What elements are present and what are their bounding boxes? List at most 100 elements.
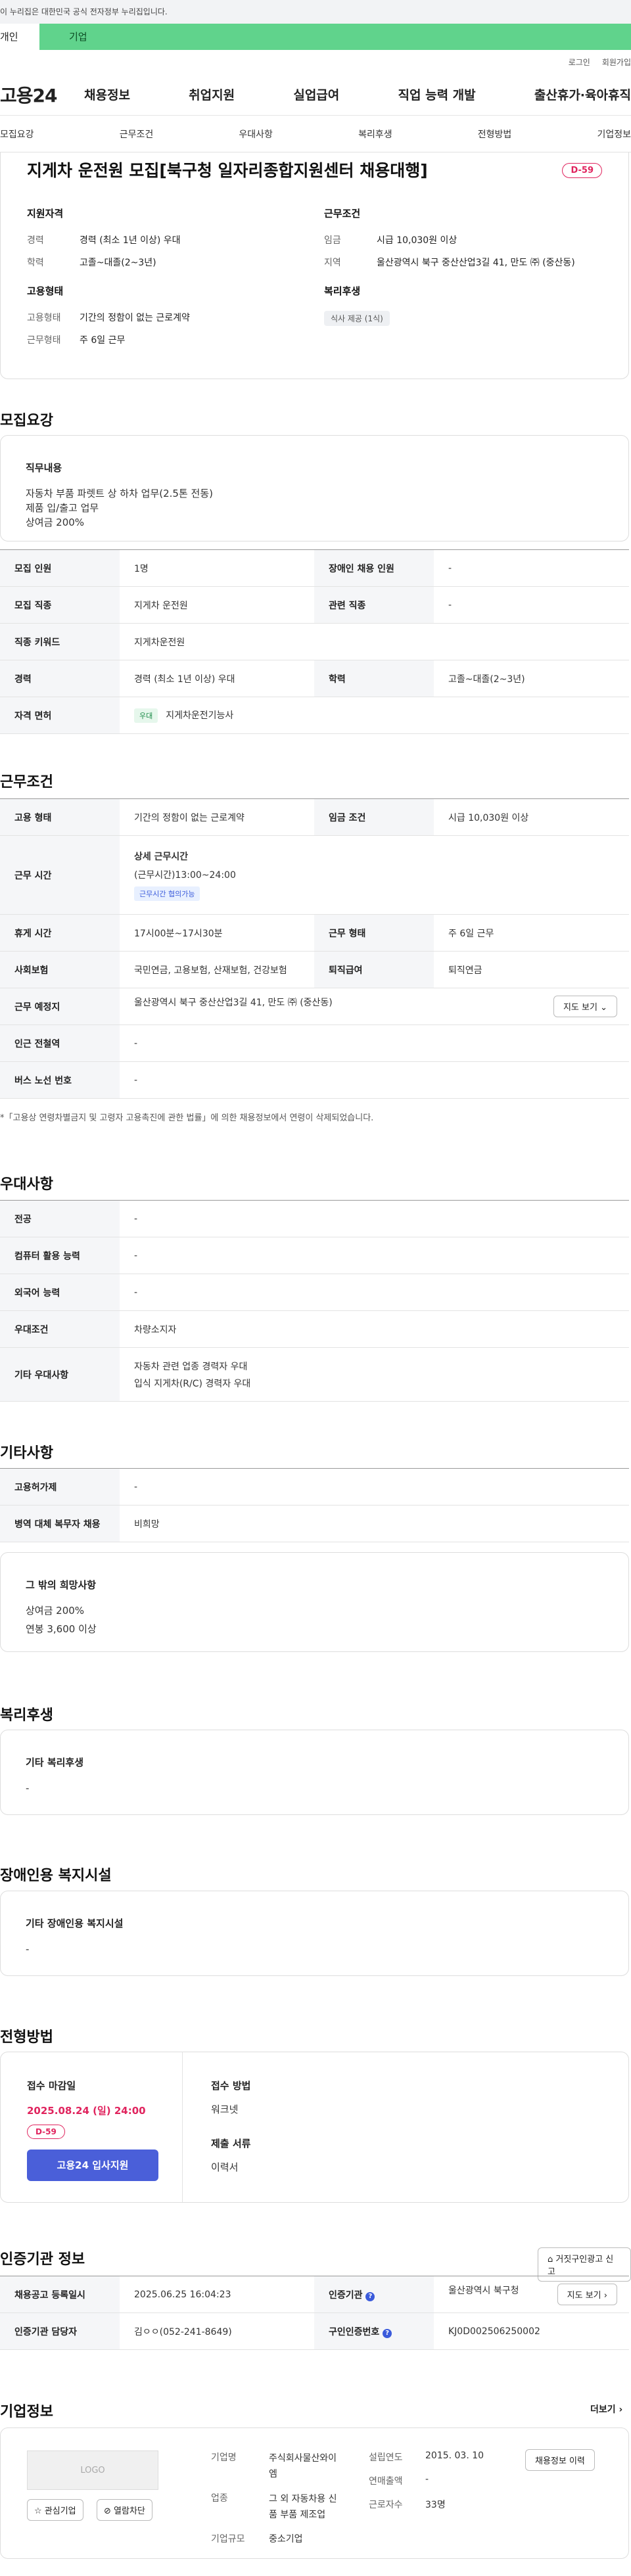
help-icon[interactable]: ? — [383, 2328, 392, 2338]
table-row: 고용허가제 - — [0, 1468, 629, 1506]
block-company-button[interactable]: ⊘ 열람차단 — [97, 2499, 152, 2521]
section-title-recruit: 모집요강 — [0, 413, 53, 429]
gnb-parental-leave[interactable]: 출산휴가·육아휴직 — [534, 85, 631, 103]
chevron-down-icon: ⌄ — [600, 1003, 607, 1013]
help-icon[interactable]: ? — [365, 2291, 375, 2301]
table-row: 사회보험 국민연금, 고용보험, 산재보험, 건강보험 퇴직급여 퇴직연금 — [0, 951, 629, 988]
industry-label: 업종 — [211, 2493, 228, 2504]
cell-label: 경력 — [0, 660, 120, 697]
method-label: 접수 방법 — [211, 2080, 251, 2092]
cert-map-button[interactable]: 지도 보기 › — [557, 2284, 617, 2305]
cert-map-button-label: 지도 보기 — [567, 2291, 601, 2301]
emp-value: 기간의 정함이 없는 근로계약 — [80, 313, 190, 323]
pref-badge: 우대 — [134, 708, 158, 723]
recruit-table: 모집 인원 1명 장애인 채용 인원 - 모집 직종 지게차 운전원 관련 직종… — [0, 549, 629, 734]
emp-value: 주 6일 근무 — [80, 335, 126, 346]
gnb-job-info[interactable]: 채용정보 — [84, 85, 130, 103]
cell-label: 모집 인원 — [0, 549, 120, 587]
table-row: 경력 경력 (최소 1년 이상) 우대 학력 고졸~대졸(2~3년) — [0, 660, 629, 697]
cell-label: 병역 대체 복무자 채용 — [0, 1505, 120, 1542]
tab-company[interactable]: 기업 — [39, 24, 631, 50]
cell-value: 상세 근무시간 (근무시간)13:00~24:00 근무시간 협의가능 — [120, 835, 629, 915]
cell-value: 1명 — [120, 549, 314, 587]
section-title-workcond: 근무조건 — [0, 774, 53, 791]
cell-value: 차량소지자 — [120, 1310, 629, 1348]
cell-label: 인증기관 담당자 — [0, 2312, 120, 2350]
company-more-link[interactable]: 더보기 › — [590, 2403, 622, 2416]
tab-personal[interactable]: 개인 — [0, 24, 39, 50]
section-title-welfare: 복리후생 — [0, 1707, 53, 1724]
company-logo: LOGO — [27, 2450, 158, 2490]
section-tabs: 모집요강 근무조건 우대사항 복리후생 전형방법 기업정보 — [0, 116, 631, 152]
table-row: 전공 - — [0, 1200, 629, 1237]
tab-company-info[interactable]: 기업정보 — [597, 127, 631, 141]
cell-label: 근무 시간 — [0, 835, 120, 915]
tab-pref[interactable]: 우대사항 — [239, 127, 273, 141]
cell-label: 장애인 채용 인원 — [314, 549, 434, 587]
table-row: 근무 시간 상세 근무시간 (근무시간)13:00~24:00 근무시간 협의가… — [0, 835, 629, 915]
work-label: 지역 — [324, 258, 341, 268]
cell-label: 퇴직급여 — [314, 951, 434, 988]
gnb-skills-dev[interactable]: 직업 능력 개발 — [398, 85, 476, 103]
table-row: 컴퓨터 활용 능력 - — [0, 1237, 629, 1274]
cell-value: KJ0D002506250002 — [434, 2312, 629, 2350]
tab-workcond[interactable]: 근무조건 — [120, 127, 154, 141]
chevron-right-icon: › — [619, 2404, 623, 2415]
cell-label: 임금 조건 — [314, 798, 434, 836]
welfare-block: 복리후생 식사 제공 (1식) — [324, 284, 390, 326]
duty-line: 상여금 200% — [26, 517, 85, 528]
table-row: 근무 예정지 울산광역시 북구 중산산업3길 41, 만도 ㈜ (중산동) 지도… — [0, 988, 629, 1025]
tab-welfare[interactable]: 복리후생 — [358, 127, 392, 141]
table-row: 인증기관 담당자 김ㅇㅇ(052-241-8649) 구인인증번호 ? KJ0D… — [0, 2312, 629, 2350]
signup-link[interactable]: 회원가입 — [602, 57, 631, 68]
cell-label: 휴게 시간 — [0, 914, 120, 952]
table-row: 병역 대체 복무자 채용 비희망 — [0, 1505, 629, 1542]
pref-line: 자동차 관련 업종 경력자 우대 — [134, 1361, 248, 1372]
gnb-unemployment-benefit[interactable]: 실업급여 — [293, 85, 339, 103]
map-button[interactable]: 지도 보기 ⌄ — [553, 996, 617, 1017]
cell-label: 근무 예정지 — [0, 988, 120, 1025]
tab-recruit[interactable]: 모집요강 — [0, 127, 34, 141]
docs-value: 이력서 — [211, 2161, 239, 2173]
tab-process[interactable]: 전형방법 — [478, 127, 512, 141]
hiring-history-button[interactable]: 채용정보 이력 — [525, 2449, 595, 2471]
disability-card-value: - — [26, 1943, 30, 1955]
size-value: 중소기업 — [269, 2534, 303, 2544]
cell-label: 전공 — [0, 1200, 120, 1237]
cert-table: 채용공고 등록일시 2025.06.25 16:04:23 인증기관 ? 울산광… — [0, 2276, 629, 2350]
table-row: 고용 형태 기간의 정함이 없는 근로계약 임금 조건 시급 10,030원 이… — [0, 798, 629, 836]
global-nav: 고용24 채용정보 취업지원 실업급여 직업 능력 개발 출산휴가·육아휴직 — [0, 74, 631, 116]
qual-block: 지원자격 경력 경력 (최소 1년 이상) 우대 학력 고졸~대졸(2~3년) — [27, 206, 181, 278]
cell-value: 17시00분~17시30분 — [120, 914, 314, 952]
cell-label: 인증기관 ? — [314, 2276, 434, 2313]
login-link[interactable]: 로그인 — [569, 57, 590, 68]
cell-label: 구인인증번호 ? — [314, 2312, 434, 2350]
cell-value: 시급 10,030원 이상 — [434, 798, 629, 836]
cell-label: 관련 직종 — [314, 586, 434, 624]
company-name-value: 주식회사물산와이 엠 — [269, 2450, 337, 2482]
cell-label: 모집 직종 — [0, 586, 120, 624]
process-card: 접수 마감일 2025.08.24 (일) 24:00 D-59 고용24 입사… — [0, 2052, 629, 2203]
work-value: 울산광역시 북구 중산산업3길 41, 만도 ㈜ (중산동) — [377, 258, 575, 268]
section-title-process: 전형방법 — [0, 2029, 53, 2046]
cell-value: 지게차 운전원 — [120, 586, 314, 624]
block-label: 열람차단 — [114, 2506, 145, 2516]
site-logo[interactable]: 고용24 — [0, 81, 84, 108]
gnb-employment-support[interactable]: 취업지원 — [189, 85, 235, 103]
table-row: 모집 직종 지게차 운전원 관련 직종 - — [0, 586, 629, 624]
workcond-table: 고용 형태 기간의 정함이 없는 근로계약 임금 조건 시급 10,030원 이… — [0, 798, 629, 1099]
qual-value: 고졸~대졸(2~3년) — [80, 258, 156, 268]
cell-value: - — [434, 549, 629, 587]
cell-label: 컴퓨터 활용 능력 — [0, 1237, 120, 1274]
map-button-label: 지도 보기 — [563, 1003, 597, 1013]
cell-value: 김ㅇㅇ(052-241-8649) — [120, 2312, 314, 2350]
table-row: 직종 키워드 지게차운전원 — [0, 623, 629, 660]
org-label: 인증기관 — [329, 2289, 363, 2301]
section-title-other: 기타사항 — [0, 1445, 53, 1461]
age-note: *「고용상 연령차별금지 및 고령자 고용촉진에 관한 법률」에 의한 채용정보… — [0, 1113, 374, 1123]
fav-company-button[interactable]: ☆ 관심기업 — [27, 2499, 83, 2521]
report-icon: ⌂ — [548, 2255, 553, 2265]
work-value: 시급 10,030원 이상 — [377, 235, 457, 246]
apply-button[interactable]: 고용24 입사지원 — [27, 2150, 158, 2181]
hope-line: 연봉 3,600 이상 — [26, 1623, 97, 1635]
